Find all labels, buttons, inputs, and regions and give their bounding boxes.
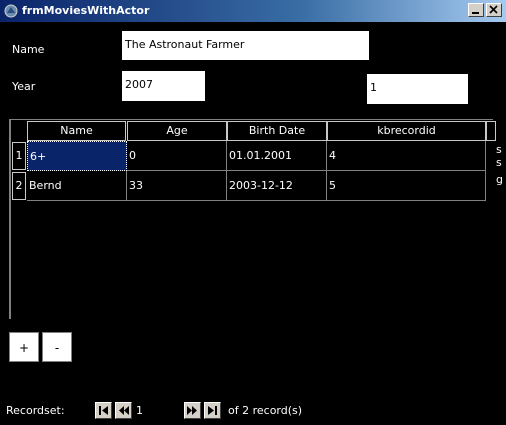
column-header-kbrecordid[interactable]: kbrecordid: [327, 121, 486, 141]
row-indicator[interactable]: 1: [12, 142, 26, 170]
overflow-char: s: [496, 143, 502, 156]
cell-kbrecordid[interactable]: 4: [327, 141, 486, 171]
overflow-char: s: [496, 156, 502, 169]
year-field[interactable]: 2007: [122, 71, 205, 101]
close-button[interactable]: [486, 3, 502, 17]
cell-birth-date[interactable]: 01.01.2001: [227, 141, 327, 171]
column-header-birth-date[interactable]: Birth Date: [227, 121, 327, 141]
first-record-icon: [99, 406, 108, 415]
record-count: of 2 record(s): [228, 404, 303, 417]
remove-record-button[interactable]: -: [42, 332, 72, 362]
next-record-icon: [187, 406, 197, 415]
minimize-button[interactable]: [468, 3, 484, 17]
app-icon: [4, 4, 18, 18]
current-record[interactable]: 1: [136, 404, 143, 417]
cell-name[interactable]: 6+: [27, 141, 127, 171]
cell-name[interactable]: Bernd: [27, 171, 127, 201]
next-record-button[interactable]: [184, 402, 201, 419]
row-indicator[interactable]: 2: [12, 172, 26, 200]
actors-grid[interactable]: Name Age Birth Date kbrecordid 1 6+ 0 01…: [9, 119, 503, 319]
cell-kbrecordid[interactable]: 5: [327, 171, 486, 201]
column-header-extra[interactable]: [486, 121, 496, 141]
recordset-label: Recordset:: [6, 404, 65, 417]
minimize-icon: [472, 12, 479, 14]
id-field[interactable]: 1: [367, 74, 468, 104]
cell-age[interactable]: 0: [127, 141, 227, 171]
column-header-name[interactable]: Name: [27, 121, 126, 141]
cell-age[interactable]: 33: [127, 171, 227, 201]
last-record-button[interactable]: [204, 402, 221, 419]
last-record-icon: [208, 406, 217, 415]
form-window: frmMoviesWithActor Name The Astronaut Fa…: [0, 0, 506, 425]
previous-record-button[interactable]: [115, 402, 132, 419]
name-label: Name: [12, 43, 45, 56]
previous-record-icon: [119, 406, 129, 415]
title-bar[interactable]: frmMoviesWithActor: [0, 0, 506, 22]
cell-birth-date[interactable]: 2003-12-12: [227, 171, 327, 201]
first-record-button[interactable]: [95, 402, 112, 419]
overflow-char: g: [496, 173, 503, 186]
name-field[interactable]: The Astronaut Farmer: [122, 31, 369, 60]
add-record-button[interactable]: +: [9, 332, 39, 362]
column-header-age[interactable]: Age: [127, 121, 227, 141]
close-icon: [489, 5, 498, 14]
window-title: frmMoviesWithActor: [22, 4, 150, 17]
year-label: Year: [12, 80, 36, 93]
